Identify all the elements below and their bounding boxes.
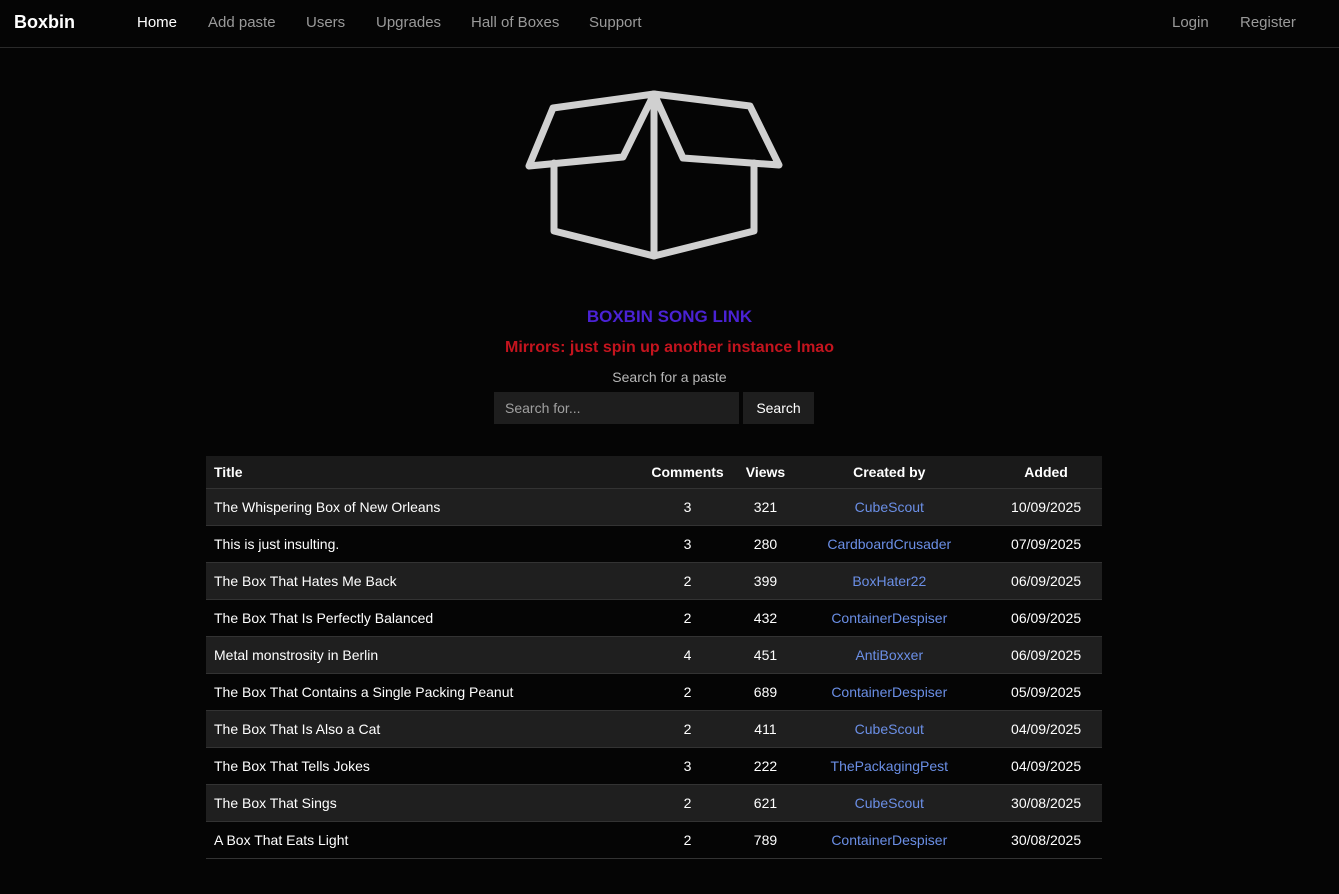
added-date: 10/09/2025 [990,488,1102,526]
creator-link[interactable]: BoxHater22 [852,573,926,589]
paste-title-link[interactable]: The Box That Is Perfectly Balanced [214,610,433,626]
comments-count: 2 [632,784,743,822]
added-date: 06/09/2025 [990,636,1102,674]
table-row: The Box That Sings 2 621 CubeScout 30/08… [206,784,1102,822]
added-date: 05/09/2025 [990,673,1102,711]
views-count: 411 [742,710,789,748]
views-count: 451 [742,636,789,674]
top-navbar: Boxbin Home Add paste Users Upgrades Hal… [0,0,1339,48]
views-count: 321 [742,488,789,526]
creator-link[interactable]: ContainerDespiser [831,832,947,848]
paste-title-link[interactable]: Metal monstrosity in Berlin [214,647,378,663]
table-row: This is just insulting. 3 280 CardboardC… [206,525,1102,563]
added-date: 06/09/2025 [990,562,1102,600]
paste-title-link[interactable]: The Whispering Box of New Orleans [214,499,440,515]
paste-title-link[interactable]: The Box That Contains a Single Packing P… [214,684,513,700]
table-row: Metal monstrosity in Berlin 4 451 AntiBo… [206,636,1102,674]
nav-hall-of-boxes[interactable]: Hall of Boxes [471,14,559,31]
nav-register[interactable]: Register [1240,14,1296,31]
paste-title-link[interactable]: The Box That Is Also a Cat [214,721,380,737]
comments-count: 2 [632,673,743,711]
creator-link[interactable]: CubeScout [855,795,924,811]
creator-link[interactable]: AntiBoxxer [855,647,923,663]
views-count: 789 [742,821,789,859]
nav-home[interactable]: Home [137,14,177,31]
comments-count: 2 [632,710,743,748]
views-count: 280 [742,525,789,563]
nav-support[interactable]: Support [589,14,642,31]
paste-title-link[interactable]: The Box That Sings [214,795,337,811]
added-date: 07/09/2025 [990,525,1102,563]
table-row: The Box That Hates Me Back 2 399 BoxHate… [206,562,1102,600]
comments-count: 2 [632,562,743,600]
views-count: 689 [742,673,789,711]
table-row: A Box That Eats Light 2 789 ContainerDes… [206,821,1102,859]
search-button[interactable]: Search [743,392,814,424]
search-label: Search for a paste [612,369,727,385]
comments-count: 2 [632,821,743,859]
creator-link[interactable]: ThePackagingPest [831,758,949,774]
search-input[interactable] [494,392,739,424]
paste-table: Title Comments Views Created by Added Th… [206,456,1102,859]
table-row: The Box That Is Perfectly Balanced 2 432… [206,599,1102,637]
brand-logo[interactable]: Boxbin [14,12,75,33]
paste-title-link[interactable]: A Box That Eats Light [214,832,348,848]
views-count: 432 [742,599,789,637]
nav-login[interactable]: Login [1172,14,1209,31]
creator-link[interactable]: CubeScout [855,721,924,737]
comments-count: 3 [632,488,743,526]
header-added: Added [990,456,1102,489]
header-views: Views [742,456,789,489]
comments-count: 3 [632,525,743,563]
comments-count: 3 [632,747,743,785]
nav-users[interactable]: Users [306,14,345,31]
mirrors-notice: Mirrors: just spin up another instance l… [505,339,834,356]
paste-title-link[interactable]: The Box That Tells Jokes [214,758,370,774]
nav-add-paste[interactable]: Add paste [208,14,276,31]
creator-link[interactable]: CardboardCrusader [827,536,951,552]
header-created-by: Created by [788,456,991,489]
comments-count: 4 [632,636,743,674]
added-date: 30/08/2025 [990,821,1102,859]
table-row: The Box That Is Also a Cat 2 411 CubeSco… [206,710,1102,748]
nav-upgrades[interactable]: Upgrades [376,14,441,31]
open-box-icon [525,90,783,260]
added-date: 04/09/2025 [990,710,1102,748]
comments-count: 2 [632,599,743,637]
table-row: The Whispering Box of New Orleans 3 321 … [206,488,1102,526]
header-comments: Comments [632,456,743,489]
added-date: 04/09/2025 [990,747,1102,785]
paste-title-link[interactable]: The Box That Hates Me Back [214,573,397,589]
added-date: 06/09/2025 [990,599,1102,637]
views-count: 399 [742,562,789,600]
table-row: The Box That Tells Jokes 3 222 ThePackag… [206,747,1102,785]
views-count: 621 [742,784,789,822]
paste-title-link[interactable]: This is just insulting. [214,536,339,552]
added-date: 30/08/2025 [990,784,1102,822]
creator-link[interactable]: CubeScout [855,499,924,515]
table-row: The Box That Contains a Single Packing P… [206,673,1102,711]
header-title: Title [206,456,633,489]
creator-link[interactable]: ContainerDespiser [831,684,947,700]
table-header-row: Title Comments Views Created by Added [206,456,1102,489]
creator-link[interactable]: ContainerDespiser [831,610,947,626]
views-count: 222 [742,747,789,785]
song-link[interactable]: BOXBIN SONG LINK [0,307,1339,327]
